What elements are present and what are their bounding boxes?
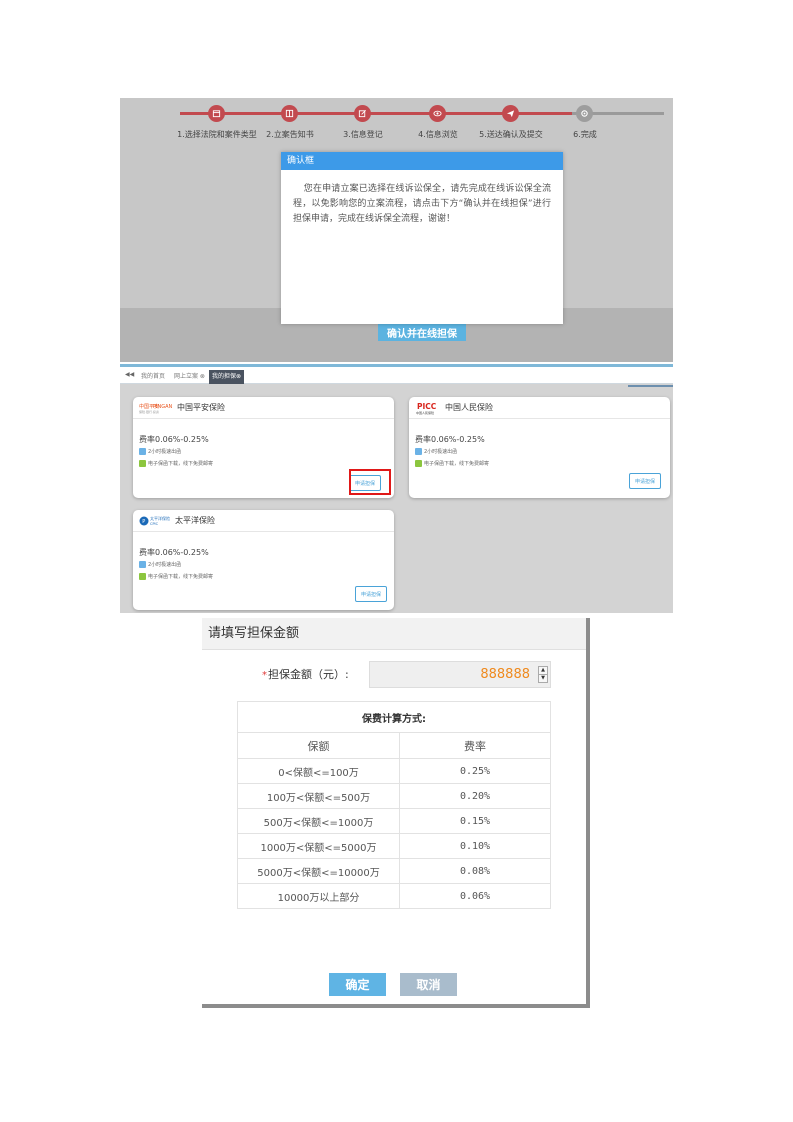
svg-text:保险·银行·投资: 保险·银行·投资 [139,409,159,414]
feature-fast-text: 2小时极速出函 [424,449,458,455]
step-3-edit-icon [354,105,371,122]
feature-mail: 电子保函下载，线下免费邮寄 [139,573,213,580]
mail-icon [139,460,146,467]
tab-my-guarantee[interactable]: 我的担保⊗ [209,370,244,384]
insurer-card-picc: PICC 中国人民保险 中国人民保险 费率0.06%-0.25% 2小时极速出函… [409,397,670,498]
row-rate: 0.10% [399,833,551,859]
feature-fast: 2小时极速出函 [139,561,181,568]
amount-label-text: 担保金额（元）: [268,668,349,681]
amount-stepper[interactable]: ▲ ▼ [538,666,548,683]
step-2-label: 2.立案告知书 [266,130,314,139]
tab-online-filing[interactable]: 网上立案 ⊗ [174,371,205,380]
picc-logo-icon: PICC 中国人民保险 [415,401,443,415]
insurer-name: 中国平安保险 [177,403,225,412]
step-5-label: 5.送达确认及提交 [479,130,543,139]
svg-text:CPIC: CPIC [150,522,159,526]
fee-table-caption: 保费计算方式: [237,701,551,733]
step-5-send-icon [502,105,519,122]
ok-button[interactable]: 确定 [329,973,386,996]
col-header-amount: 保额 [237,732,400,759]
mail-icon [415,460,422,467]
feature-mail: 电子保函下载，线下免费邮寄 [415,460,489,467]
row-range: 1000万<保额<=5000万 [237,833,400,859]
card-header: P 太平洋保险 CPIC 太平洋保险 [133,510,394,532]
amount-label: *担保金额（元）: [262,666,349,682]
svg-text:中国人民保险: 中国人民保险 [416,410,434,415]
row-range: 10000万以上部分 [237,883,400,909]
amount-input[interactable]: 888888 ▲ ▼ [369,661,551,688]
insurer-rate: 费率0.06%-0.25% [139,548,209,557]
lightning-icon [415,448,422,455]
table-row: 500万<保额<=1000万 0.15% [237,808,551,834]
form-title: 请填写担保金额 [202,618,586,650]
feature-mail-text: 电子保函下载，线下免费邮寄 [148,461,214,467]
step-1-calendar-icon [208,105,225,122]
card-header: 中国平安 PINGAN 保险·银行·投资 中国平安保险 [133,397,394,419]
card-header: PICC 中国人民保险 中国人民保险 [409,397,670,419]
required-asterisk-icon: * [262,670,267,681]
fee-table: 保费计算方式: 保额 费率 0<保额<=100万 0.25% 100万<保额<=… [237,701,551,909]
insurer-rate: 费率0.06%-0.25% [139,435,209,444]
amount-value: 888888 [480,667,530,682]
insurer-rate: 费率0.06%-0.25% [415,435,485,444]
step-3-label: 3.信息登记 [343,130,383,139]
step-4-label: 4.信息浏览 [418,130,458,139]
row-rate: 0.15% [399,808,551,834]
row-rate: 0.25% [399,758,551,784]
highlight-box [349,469,391,495]
row-rate: 0.08% [399,858,551,884]
row-range: 5000万<保额<=10000万 [237,858,400,884]
dialog-title: 确认框 [281,152,563,170]
svg-text:太平洋保险: 太平洋保险 [150,515,170,521]
feature-mail-text: 电子保函下载，线下免费邮寄 [148,574,214,580]
table-row: 1000万<保额<=5000万 0.10% [237,833,551,859]
insurer-name: 太平洋保险 [175,516,215,525]
step-6-label: 6.完成 [573,130,597,139]
back-arrow-icon[interactable]: ◀◀ [125,371,134,378]
table-row: 0<保额<=100万 0.25% [237,758,551,784]
row-range: 100万<保额<=500万 [237,783,400,809]
mail-icon [139,573,146,580]
tab-bar: ◀◀ 我的首页 网上立案 ⊗ 我的担保⊗ [120,367,673,387]
lightning-icon [139,448,146,455]
cpic-logo-icon: P 太平洋保险 CPIC [139,514,173,528]
lightning-icon [139,561,146,568]
row-range: 0<保额<=100万 [237,758,400,784]
confirm-online-guarantee-button[interactable]: 确认并在线担保 [378,324,466,341]
feature-fast: 2小时极速出函 [415,448,457,455]
guarantee-amount-dialog: 请填写担保金额 *担保金额（元）: 888888 ▲ ▼ 保费计算方式: 保额 … [202,618,590,1008]
step-6-gear-icon [576,105,593,122]
table-row: 5000万<保额<=10000万 0.08% [237,858,551,884]
row-rate: 0.20% [399,783,551,809]
feature-mail: 电子保函下载，线下免费邮寄 [139,460,213,467]
table-row: 100万<保额<=500万 0.20% [237,783,551,809]
col-header-rate: 费率 [399,732,551,759]
dialog-message: 您在申请立案已选择在线诉讼保全，请先完成在线诉讼保全流程，以免影响您的立案流程，… [293,184,551,224]
stepper-up-icon[interactable]: ▲ [539,667,547,674]
feature-mail-text: 电子保函下载，线下免费邮寄 [424,461,490,467]
row-range: 500万<保额<=1000万 [237,808,400,834]
pingan-logo-icon: 中国平安 PINGAN 保险·银行·投资 [139,402,175,414]
feature-fast: 2小时极速出函 [139,448,181,455]
svg-text:P: P [142,519,145,525]
feature-fast-text: 2小时极速出函 [148,562,182,568]
tab-bar-accent [628,385,673,387]
feature-fast-text: 2小时极速出函 [148,449,182,455]
step-4-eye-icon [429,105,446,122]
step-2-book-icon [281,105,298,122]
insurer-list-panel: ◀◀ 我的首页 网上立案 ⊗ 我的担保⊗ 中国平安 PINGAN 保险·银行·投… [120,364,673,613]
stepper-down-icon[interactable]: ▼ [539,674,547,682]
insurer-name: 中国人民保险 [445,403,493,412]
row-rate: 0.06% [399,883,551,909]
table-row: 10000万以上部分 0.06% [237,883,551,909]
apply-guarantee-button[interactable]: 申请担保 [629,473,661,489]
cancel-button[interactable]: 取消 [400,973,457,996]
step-1-label: 1.选择法院和案件类型 [177,130,257,139]
tab-home[interactable]: 我的首页 [141,371,165,380]
insurer-card-cpic: P 太平洋保险 CPIC 太平洋保险 费率0.06%-0.25% 2小时极速出函… [133,510,394,610]
apply-guarantee-button[interactable]: 申请担保 [355,586,387,602]
confirm-dialog: 确认框 您在申请立案已选择在线诉讼保全，请先完成在线诉讼保全流程，以免影响您的立… [281,152,563,324]
svg-text:PICC: PICC [417,402,437,411]
